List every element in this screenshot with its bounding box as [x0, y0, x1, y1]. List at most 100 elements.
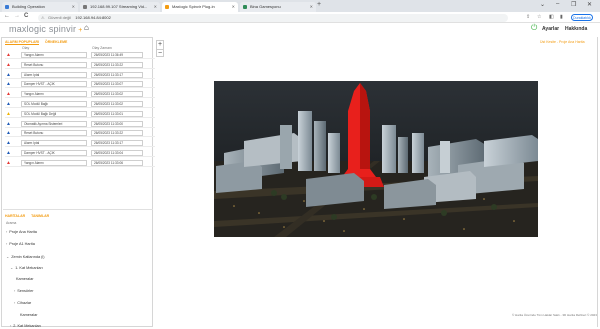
tab-maps[interactable]: HARİTALAR [5, 214, 25, 218]
alarm-row[interactable]: ▲ SOL Modül Bağlı Değil 26/05/2023 11:33:0… [5, 110, 155, 118]
url-input[interactable]: ⚠ Güvenli değil 192.168.94.84:8002 [38, 14, 508, 22]
alarm-row[interactable]: ▲ Alarm İptal 26/05/2023 11:33:17 [5, 71, 155, 79]
close-tab-icon[interactable]: ✕ [72, 2, 75, 12]
alarm-row[interactable]: ▲ Otomatik Ayırma Sistemleri 26/05/2023 11… [5, 120, 155, 128]
alarm-row[interactable]: ▲ Reset Butonu 26/05/2023 11:33:22 [5, 129, 155, 138]
alarm-row[interactable]: ▲ Yangın Alarmı 26/05/2023 11:36:49 [5, 51, 155, 59]
close-tab-icon[interactable]: ✕ [154, 2, 157, 12]
app-logo[interactable]: maxlogic spinvir + [9, 24, 83, 34]
tab-favicon-icon [5, 5, 9, 9]
alarm-event-time: 26/05/2023 11:33:01 [91, 110, 143, 117]
map-tree-label: Cihazlar [17, 300, 32, 305]
settings-menu[interactable]: Ayarlar [542, 26, 559, 32]
tab-label: 192.168.99.107 Streaming Vid... [90, 4, 148, 9]
sidebar-icon[interactable]: ▮ [560, 14, 563, 20]
alarm-event-name: Damper HVST - AÇIK [21, 81, 87, 88]
map-tree-label: Zemin Katlarında (i) [11, 254, 45, 259]
alarm-event-name: Yangın Alarmı [21, 91, 87, 98]
chevron-icon[interactable]: › [14, 301, 15, 305]
alarm-event-name: Yangın Alarmı [21, 52, 87, 58]
tab-alarm-popups[interactable]: ALARM POPUPLARI [5, 40, 40, 45]
warning-icon: ⚠ [41, 15, 45, 20]
alarm-event-name: Damper HVST - AÇIK [21, 150, 87, 156]
share-icon[interactable]: ⇪ [526, 14, 530, 20]
map-tree-label: Proje A1 Harita [9, 241, 35, 246]
chevron-icon[interactable]: ⌄ [6, 255, 9, 259]
alarm-tabs: ALARM POPUPLARI ÖRNEKLEME [5, 40, 72, 45]
tab-sampling[interactable]: ÖRNEKLEME [45, 40, 67, 44]
alarm-event-name: Reset Butonu [21, 61, 87, 68]
chevron-icon[interactable]: › [10, 324, 11, 328]
profile-button[interactable]: Duraklatıldı [571, 14, 593, 21]
map-tree-item[interactable]: › 2. Kat Mekanları [10, 324, 41, 328]
map-tree-item[interactable]: ⌄ 1. Kat Mekanları [10, 265, 43, 270]
alarm-row[interactable]: ▲ Damper HVST - AÇIK 26/05/2023 11:33:07 [5, 80, 155, 89]
panel-divider [3, 209, 153, 210]
alarm-event-name: SOL Modül Bağlı [21, 101, 87, 107]
alarm-event-name: Alarm İptal [21, 140, 87, 147]
app-header: maxlogic spinvir + ⌂ ⏻ Ayarlar Hakkında [0, 23, 600, 36]
alarm-row[interactable]: ▲ Alarm İptal 26/05/2023 11:33:17 [5, 139, 155, 148]
tab-search-icon[interactable]: ⌄ [540, 1, 545, 8]
alarm-event-name: Reset Butonu [21, 130, 87, 137]
chevron-icon[interactable]: › [14, 289, 15, 293]
close-window-button[interactable]: ✕ [587, 1, 592, 8]
alarm-event-name: Alarm İptal [21, 71, 87, 78]
forward-icon[interactable]: → [14, 13, 20, 19]
browser-tab[interactable]: Bina Gamesyonu ✕ [240, 2, 316, 12]
search-label[interactable]: Arama [6, 221, 16, 225]
reload-icon[interactable]: C [24, 13, 28, 19]
maximize-button[interactable]: ❐ [571, 1, 576, 8]
minimize-button[interactable]: – [556, 1, 559, 7]
map-breadcrumb-link[interactable]: Üst Kesite - Proje Ana Harita [540, 40, 585, 44]
column-header-time[interactable]: Olay Zamanı [92, 46, 112, 50]
browser-tab[interactable]: 192.168.99.107 Streaming Vid... ✕ [80, 2, 160, 12]
map-tree-item[interactable]: › Cihazlar [14, 301, 31, 305]
chevron-icon[interactable]: ⌄ [10, 266, 13, 270]
alarm-row[interactable]: ▲ SOL Modül Bağlı 26/05/2023 11:33:02 [5, 100, 155, 108]
alarm-row[interactable]: ▲ Yangın Alarmı 26/05/2023 11:33:06 [5, 159, 155, 167]
browser-tab-active[interactable]: Maxlogic Spinvir Plug-in ✕ [162, 2, 238, 12]
browser-tab-bar: Building Operation ✕ 192.168.99.107 Stre… [0, 0, 600, 12]
map-footer: © Harita Üzerinde Tüm Haklar Saklı - 3D … [512, 313, 597, 317]
address-bar-row: ← → C ⚠ Güvenli değil 192.168.94.84:8002… [0, 12, 600, 23]
alarm-row[interactable]: ▲ Damper HVST - AÇIK 26/05/2023 11:33:04 [5, 149, 155, 157]
tab-definitions[interactable]: TANIMLAR [31, 214, 49, 218]
alarm-event-time: 26/05/2023 11:33:06 [91, 159, 143, 166]
zoom-in-button[interactable]: + [157, 41, 163, 49]
alarm-row[interactable]: ▲ Yangın Alarmı 26/05/2023 11:33:02 [5, 90, 155, 99]
alarm-warning-icon: ▲ [6, 110, 11, 117]
map-tree-label: 1. Kat Mekanları [15, 266, 43, 271]
home-icon[interactable]: ⌂ [84, 23, 89, 32]
3d-city-scene[interactable] [214, 81, 538, 237]
back-icon[interactable]: ← [4, 13, 10, 19]
about-menu[interactable]: Hakkında [565, 26, 587, 32]
zoom-out-button[interactable]: − [157, 49, 163, 57]
close-tab-icon[interactable]: ✕ [310, 2, 313, 12]
url-text: 192.168.94.84:8002 [75, 15, 111, 20]
browser-tab[interactable]: Building Operation ✕ [2, 2, 78, 12]
bookmark-star-icon[interactable]: ☆ [537, 14, 541, 20]
new-tab-button[interactable]: + [317, 1, 321, 8]
map-tree-item[interactable]: Kameralar [18, 313, 38, 317]
alarm-warning-icon: ▲ [6, 81, 11, 88]
map-tree-item[interactable]: › Proje Ana Harita [6, 230, 37, 234]
column-header-event[interactable]: Olay [22, 46, 29, 50]
alarm-event-time: 26/05/2023 11:33:07 [91, 81, 143, 88]
tab-favicon-icon [165, 5, 169, 9]
close-tab-icon[interactable]: ✕ [232, 2, 235, 12]
chevron-icon[interactable]: › [6, 242, 7, 246]
chevron-icon[interactable]: › [6, 230, 7, 234]
alarm-warning-icon: ▲ [6, 91, 11, 98]
alarm-warning-icon: ▲ [6, 101, 11, 107]
map-tree-item[interactable]: ⌄ Zemin Katlarında (i) [6, 254, 45, 259]
alarm-row[interactable]: ▲ Reset Butonu 26/05/2023 11:33:22 [5, 61, 155, 69]
map-tree-item[interactable]: Kameralar [14, 277, 34, 281]
logo-text: maxlogic spinvir [9, 24, 77, 34]
extension-icon[interactable]: ◧ [549, 14, 554, 20]
map-tree-item[interactable]: › Proje A1 Harita [6, 242, 35, 246]
city-render [214, 81, 538, 237]
map-tree-item[interactable]: › Sensörler [14, 289, 34, 293]
power-icon[interactable]: ⏻ [531, 23, 537, 33]
map-tree-label: 2. Kat Mekanları [13, 324, 41, 329]
